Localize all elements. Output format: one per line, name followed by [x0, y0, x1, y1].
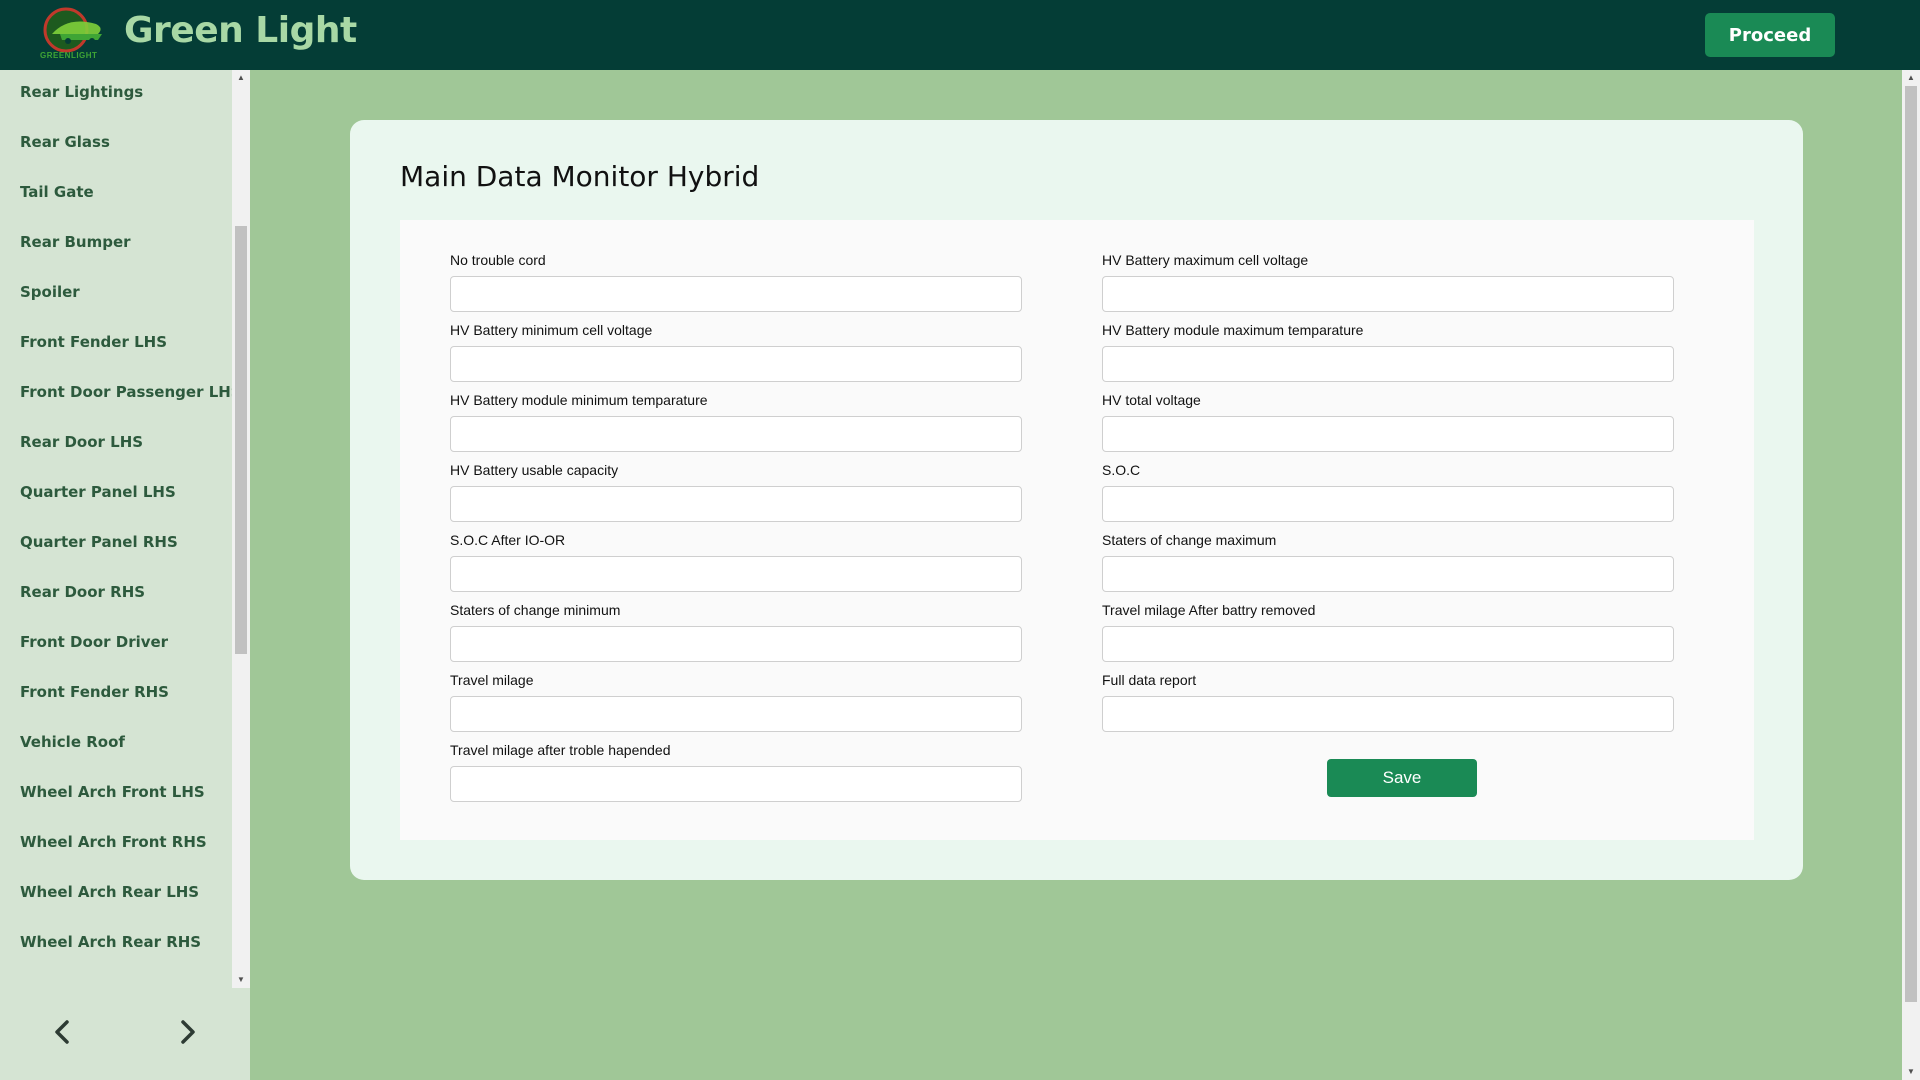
sidebar: Rear Lightings Rear Glass Tail Gate Rear…	[0, 70, 250, 1080]
main-card: Main Data Monitor Hybrid No trouble cord…	[350, 120, 1803, 880]
logo-caption: GREENLIGHT	[40, 51, 98, 60]
field-label: Staters of change maximum	[1102, 532, 1277, 548]
staters-of-change-max-input[interactable]	[1102, 556, 1674, 592]
field-label: Full data report	[1102, 672, 1197, 688]
data-monitor-form: No trouble cord HV Battery maximum cell …	[400, 220, 1754, 840]
hv-battery-module-min-temp-input[interactable]	[450, 416, 1022, 452]
field-label: HV total voltage	[1102, 392, 1201, 408]
field-hv-battery-min-cell-voltage: HV Battery minimum cell voltage	[450, 320, 1022, 382]
sidebar-item-tail-gate[interactable]: Tail Gate	[0, 170, 232, 220]
field-label: Staters of change minimum	[450, 602, 621, 618]
field-staters-of-change-max: Staters of change maximum	[1102, 530, 1674, 592]
sidebar-item-front-door-passenger-lhs[interactable]: Front Door Passenger LHS	[0, 370, 232, 420]
no-trouble-cord-input[interactable]	[450, 276, 1022, 312]
page-scroll-thumb[interactable]	[1905, 86, 1917, 1002]
travel-milage-after-battery-removed-input[interactable]	[1102, 626, 1674, 662]
field-hv-battery-module-max-temp: HV Battery module maximum temparature	[1102, 320, 1674, 382]
brand-title: Green Light	[124, 10, 357, 51]
hv-total-voltage-input[interactable]	[1102, 416, 1674, 452]
travel-milage-input[interactable]	[450, 696, 1022, 732]
save-button[interactable]: Save	[1327, 759, 1477, 797]
sidebar-item-vehicle-roof[interactable]: Vehicle Roof	[0, 720, 232, 770]
sidebar-item-rear-door-rhs[interactable]: Rear Door RHS	[0, 570, 232, 620]
field-hv-battery-usable-capacity: HV Battery usable capacity	[450, 460, 1022, 522]
sidebar-item-front-door-driver[interactable]: Front Door Driver	[0, 620, 232, 670]
field-label: S.O.C	[1102, 462, 1141, 478]
soc-after-io-or-input[interactable]	[450, 556, 1022, 592]
field-label: HV Battery maximum cell voltage	[1102, 252, 1309, 268]
field-soc-after-io-or: S.O.C After IO-OR	[450, 530, 1022, 592]
sidebar-scrollbar[interactable]: ▲ ▼	[232, 70, 250, 988]
field-label: No trouble cord	[450, 252, 546, 268]
sidebar-item-rear-lightings[interactable]: Rear Lightings	[0, 70, 232, 120]
field-label: HV Battery module minimum temparature	[450, 392, 708, 408]
field-hv-battery-max-cell-voltage: HV Battery maximum cell voltage	[1102, 250, 1674, 312]
page-scrollbar[interactable]: ▲ ▼	[1902, 70, 1920, 1080]
field-label: HV Battery module maximum temparature	[1102, 322, 1364, 338]
hv-battery-usable-capacity-input[interactable]	[450, 486, 1022, 522]
field-label: Travel milage after troble hapended	[450, 742, 671, 758]
sidebar-item-spoiler[interactable]: Spoiler	[0, 270, 232, 320]
chevron-right-icon[interactable]	[168, 1012, 208, 1052]
sidebar-item-rear-door-lhs[interactable]: Rear Door LHS	[0, 420, 232, 470]
full-data-report-input[interactable]	[1102, 696, 1674, 732]
hv-battery-max-cell-voltage-input[interactable]	[1102, 276, 1674, 312]
sidebar-scroll-thumb[interactable]	[235, 226, 247, 654]
field-hv-total-voltage: HV total voltage	[1102, 390, 1674, 452]
field-soc: S.O.C	[1102, 460, 1674, 522]
field-label: Travel milage	[450, 672, 534, 688]
sidebar-item-wheel-arch-front-lhs[interactable]: Wheel Arch Front LHS	[0, 770, 232, 820]
page-title: Main Data Monitor Hybrid	[400, 160, 760, 193]
field-travel-milage-after-battery-removed: Travel milage After battry removed	[1102, 600, 1674, 662]
sidebar-item-wheel-arch-rear-lhs[interactable]: Wheel Arch Rear LHS	[0, 870, 232, 920]
sidebar-item-quarter-panel-lhs[interactable]: Quarter Panel LHS	[0, 470, 232, 520]
proceed-button[interactable]: Proceed	[1705, 13, 1835, 57]
sidebar-item-front-fender-rhs[interactable]: Front Fender RHS	[0, 670, 232, 720]
sidebar-pagination	[0, 988, 250, 1080]
hv-battery-min-cell-voltage-input[interactable]	[450, 346, 1022, 382]
scroll-down-arrow-icon[interactable]: ▼	[232, 972, 250, 988]
sidebar-item-front-fender-lhs[interactable]: Front Fender LHS	[0, 320, 232, 370]
travel-milage-after-trouble-input[interactable]	[450, 766, 1022, 802]
chevron-left-icon[interactable]	[42, 1012, 82, 1052]
field-no-trouble-cord: No trouble cord	[450, 250, 1022, 312]
scroll-down-arrow-icon[interactable]: ▼	[1902, 1064, 1920, 1080]
hv-battery-module-max-temp-input[interactable]	[1102, 346, 1674, 382]
field-label: S.O.C After IO-OR	[450, 532, 566, 548]
scroll-up-arrow-icon[interactable]: ▲	[1902, 70, 1920, 86]
field-travel-milage-after-trouble: Travel milage after troble hapended	[450, 740, 1022, 802]
field-label: HV Battery usable capacity	[450, 462, 619, 478]
sidebar-item-quarter-panel-rhs[interactable]: Quarter Panel RHS	[0, 520, 232, 570]
field-staters-of-change-min: Staters of change minimum	[450, 600, 1022, 662]
scroll-up-arrow-icon[interactable]: ▲	[232, 70, 250, 86]
field-full-data-report: Full data report	[1102, 670, 1674, 732]
soc-input[interactable]	[1102, 486, 1674, 522]
field-travel-milage: Travel milage	[450, 670, 1022, 732]
sidebar-list: Rear Lightings Rear Glass Tail Gate Rear…	[0, 70, 232, 988]
sidebar-item-wheel-arch-front-rhs[interactable]: Wheel Arch Front RHS	[0, 820, 232, 870]
top-bar: GREENLIGHT Green Light Proceed	[0, 0, 1920, 70]
sidebar-item-wheel-arch-rear-rhs[interactable]: Wheel Arch Rear RHS	[0, 920, 232, 970]
field-label: HV Battery minimum cell voltage	[450, 322, 653, 338]
sidebar-item-rear-glass[interactable]: Rear Glass	[0, 120, 232, 170]
staters-of-change-min-input[interactable]	[450, 626, 1022, 662]
field-label: Travel milage After battry removed	[1102, 602, 1316, 618]
sidebar-item-rear-bumper[interactable]: Rear Bumper	[0, 220, 232, 270]
field-hv-battery-module-min-temp: HV Battery module minimum temparature	[450, 390, 1022, 452]
